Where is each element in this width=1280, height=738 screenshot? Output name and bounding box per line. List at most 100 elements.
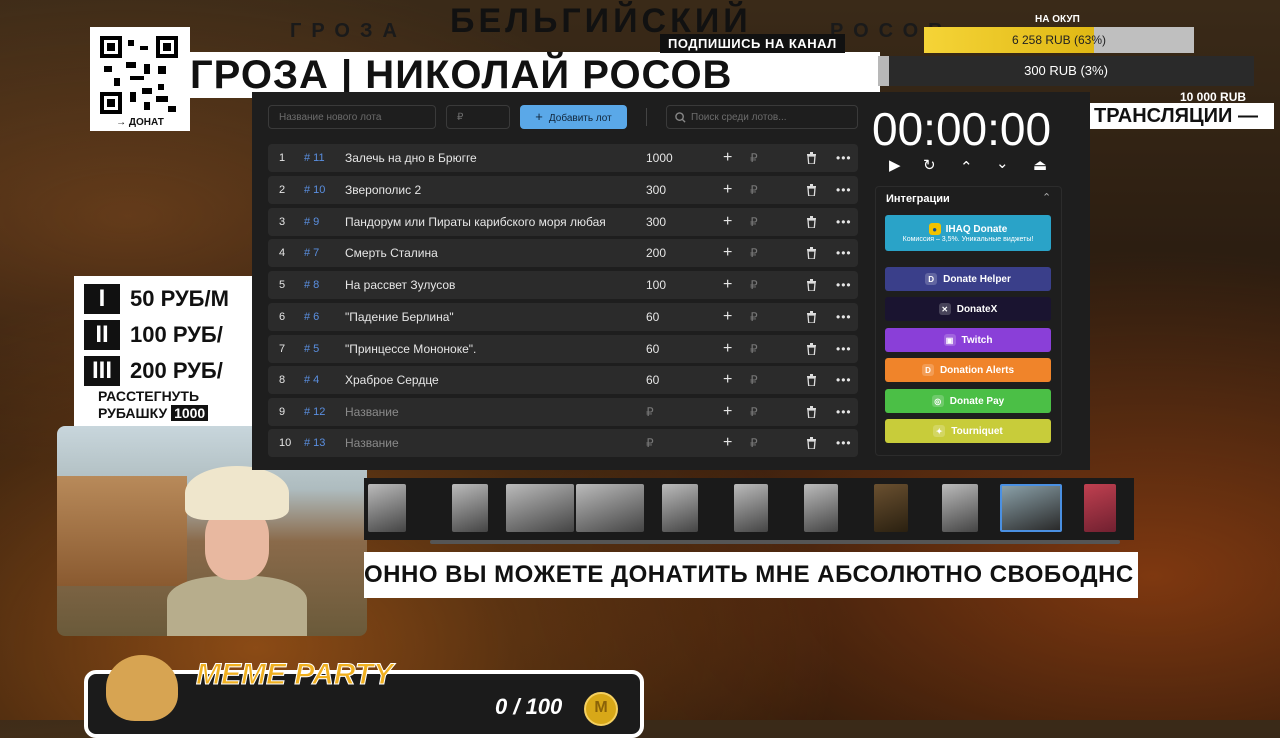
trash-icon[interactable] <box>806 335 817 365</box>
lot-row[interactable]: 2 # 10 Зверополис 2 300 + ₽ ••• <box>268 176 858 204</box>
lot-row[interactable]: 9 # 12 Название ₽ + ₽ ••• <box>268 398 858 426</box>
trash-icon[interactable] <box>806 303 817 333</box>
thumbnail-scrollbar[interactable] <box>430 540 1120 544</box>
trash-icon[interactable] <box>806 398 817 428</box>
thumbnail-selected[interactable] <box>1000 484 1062 532</box>
new-lot-input[interactable]: Название нового лота <box>268 105 436 129</box>
add-amount-icon[interactable]: + <box>723 366 732 394</box>
trash-icon[interactable] <box>806 429 817 459</box>
trash-icon[interactable] <box>806 366 817 396</box>
thumbnail[interactable] <box>874 484 908 532</box>
more-options-icon[interactable]: ••• <box>836 208 852 236</box>
lot-amount[interactable]: 60 <box>646 303 659 331</box>
add-amount-icon[interactable]: + <box>723 303 732 331</box>
currency-input[interactable]: ₽ <box>750 429 758 457</box>
add-amount-icon[interactable]: + <box>723 239 732 267</box>
thumbnail[interactable] <box>942 484 978 532</box>
trash-icon[interactable] <box>806 144 817 174</box>
add-amount-icon[interactable]: + <box>723 335 732 363</box>
lot-name[interactable]: "Падение Берлина" <box>345 303 454 331</box>
currency-input[interactable]: ₽ <box>750 144 758 172</box>
currency-input[interactable]: ₽ <box>750 366 758 394</box>
search-input[interactable]: Поиск среди лотов... <box>666 105 858 129</box>
price-note-line1: РАССТЕГНУТЬ <box>98 388 200 404</box>
lot-amount[interactable]: 200 <box>646 239 666 267</box>
play-icon[interactable]: ▶ <box>889 156 901 174</box>
lot-row[interactable]: 7 # 5 "Принцессе Мононоке". 60 + ₽ ••• <box>268 335 858 363</box>
lot-row[interactable]: 8 # 4 Храброе Сердце 60 + ₽ ••• <box>268 366 858 394</box>
add-amount-icon[interactable]: + <box>723 144 732 172</box>
thumbnail[interactable] <box>804 484 838 532</box>
lot-name[interactable]: Храброе Сердце <box>345 366 439 394</box>
lot-row[interactable]: 5 # 8 На рассвет Зулусов 100 + ₽ ••• <box>268 271 858 299</box>
timer-up-icon[interactable]: ⌃ <box>960 158 973 176</box>
reset-icon[interactable]: ↻ <box>923 156 936 174</box>
eject-icon[interactable]: ⏏ <box>1033 156 1047 174</box>
more-options-icon[interactable]: ••• <box>836 366 852 394</box>
lot-amount[interactable]: 300 <box>646 208 666 236</box>
new-lot-amount-input[interactable]: ₽ <box>446 105 510 129</box>
trash-icon[interactable] <box>806 208 817 238</box>
thumbnail[interactable] <box>506 484 574 532</box>
currency-input[interactable]: ₽ <box>750 239 758 267</box>
more-options-icon[interactable]: ••• <box>836 398 852 426</box>
lot-name[interactable]: На рассвет Зулусов <box>345 271 455 299</box>
add-amount-icon[interactable]: + <box>723 429 732 457</box>
integration-tourniquet[interactable]: ✦ Tourniquet <box>885 419 1051 443</box>
add-amount-icon[interactable]: + <box>723 398 732 426</box>
trash-icon[interactable] <box>806 239 817 269</box>
lot-amount[interactable]: ₽ <box>646 398 654 426</box>
lot-name[interactable]: Пандорум или Пираты карибского моря люба… <box>345 208 606 236</box>
currency-input[interactable]: ₽ <box>750 176 758 204</box>
trash-icon[interactable] <box>806 271 817 301</box>
currency-input[interactable]: ₽ <box>750 335 758 363</box>
lot-name[interactable]: Название <box>345 429 399 457</box>
more-options-icon[interactable]: ••• <box>836 239 852 267</box>
thumbnail[interactable] <box>576 484 644 532</box>
thumbnail[interactable] <box>452 484 488 532</box>
lot-row[interactable]: 3 # 9 Пандорум или Пираты карибского моря … <box>268 208 858 236</box>
lot-amount[interactable]: 60 <box>646 335 659 363</box>
integration-donatex[interactable]: ✕ DonateX <box>885 297 1051 321</box>
trash-icon[interactable] <box>806 176 817 206</box>
lot-amount[interactable]: 100 <box>646 271 666 299</box>
currency-input[interactable]: ₽ <box>750 303 758 331</box>
add-lot-button[interactable]: + Добавить лот <box>520 105 627 129</box>
integration-donation-alerts[interactable]: D Donation Alerts <box>885 358 1051 382</box>
lot-name[interactable]: Зверополис 2 <box>345 176 421 204</box>
more-options-icon[interactable]: ••• <box>836 271 852 299</box>
lot-row[interactable]: 10 # 13 Название ₽ + ₽ ••• <box>268 429 858 457</box>
lot-amount[interactable]: 60 <box>646 366 659 394</box>
more-options-icon[interactable]: ••• <box>836 335 852 363</box>
timer-down-icon[interactable]: ⌄ <box>996 154 1009 172</box>
lot-name[interactable]: Смерть Сталина <box>345 239 438 267</box>
more-options-icon[interactable]: ••• <box>836 176 852 204</box>
add-amount-icon[interactable]: + <box>723 176 732 204</box>
more-options-icon[interactable]: ••• <box>836 429 852 457</box>
lot-row[interactable]: 4 # 7 Смерть Сталина 200 + ₽ ••• <box>268 239 858 267</box>
lot-amount[interactable]: 1000 <box>646 144 673 172</box>
more-options-icon[interactable]: ••• <box>836 303 852 331</box>
currency-input[interactable]: ₽ <box>750 398 758 426</box>
integration-ihaq-donate[interactable]: ● IHAQ Donate Комиссия – 3,5%. Уникальные … <box>885 215 1051 251</box>
currency-input[interactable]: ₽ <box>750 208 758 236</box>
lot-row[interactable]: 1 # 11 Залечь на дно в Брюгге 1000 + ₽ ••• <box>268 144 858 172</box>
lot-row[interactable]: 6 # 6 "Падение Берлина" 60 + ₽ ••• <box>268 303 858 331</box>
lot-amount[interactable]: ₽ <box>646 429 654 457</box>
lot-name[interactable]: Название <box>345 398 399 426</box>
thumbnail[interactable] <box>734 484 768 532</box>
lot-name[interactable]: Залечь на дно в Брюгге <box>345 144 477 172</box>
lot-amount[interactable]: 300 <box>646 176 666 204</box>
add-amount-icon[interactable]: + <box>723 271 732 299</box>
more-options-icon[interactable]: ••• <box>836 144 852 172</box>
integration-twitch[interactable]: ▣ Twitch <box>885 328 1051 352</box>
integration-donate-helper[interactable]: D Donate Helper <box>885 267 1051 291</box>
currency-input[interactable]: ₽ <box>750 271 758 299</box>
thumbnail[interactable] <box>1084 484 1116 532</box>
integration-donate-pay[interactable]: ◎ Donate Pay <box>885 389 1051 413</box>
thumbnail[interactable] <box>662 484 698 532</box>
lot-name[interactable]: "Принцессе Мононоке". <box>345 335 476 363</box>
add-amount-icon[interactable]: + <box>723 208 732 236</box>
chevron-up-icon[interactable]: ⌃ <box>1042 191 1051 204</box>
thumbnail[interactable] <box>368 484 406 532</box>
